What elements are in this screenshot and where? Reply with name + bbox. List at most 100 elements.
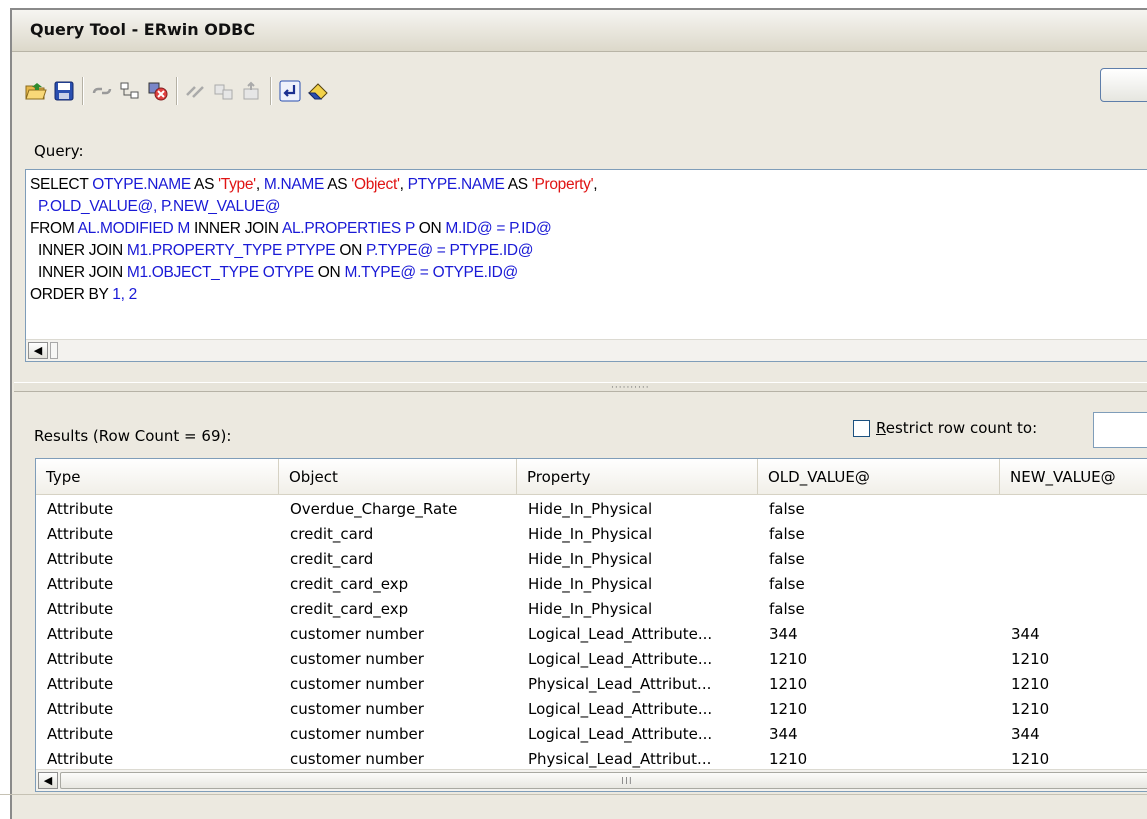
query-token: SELECT <box>30 176 93 193</box>
table-cell: credit_card <box>290 550 374 568</box>
query-token: FROM <box>30 220 78 237</box>
connect-icon[interactable] <box>88 76 116 106</box>
query-token: 'Object' <box>351 176 400 193</box>
table-row[interactable]: Attribute credit_card_exp Hide_In_Physical… <box>36 572 1147 597</box>
table-cell: 1210 <box>1011 675 1050 693</box>
query-token: INNER JOIN <box>30 264 127 281</box>
table-row[interactable]: Attribute credit_card Hide_In_Physical fals… <box>36 522 1147 547</box>
table-cell: 344 <box>769 625 798 643</box>
table-cell: customer number <box>290 625 424 643</box>
table-cell <box>1000 547 1147 572</box>
table-cell: credit_card_exp <box>290 575 409 593</box>
table-cell: Logical_Lead_Attribute... <box>528 650 713 668</box>
restrict-row-count-label[interactable]: Restrict row count to: <box>876 419 1037 437</box>
query-horizontal-scrollbar[interactable]: ◀ <box>26 339 1147 361</box>
query-token: , <box>593 176 598 193</box>
grid-scroll-thumb[interactable]: III <box>60 772 1147 789</box>
column-header-old-value[interactable]: OLD_VALUE@ <box>758 459 1000 495</box>
pane-splitter[interactable]: ·········· <box>14 382 1147 393</box>
link-tables-icon[interactable] <box>182 76 210 106</box>
query-line[interactable]: INNER JOIN M1.PROPERTY_TYPE PTYPE ON P.T… <box>30 240 597 262</box>
table-row[interactable]: Attribute customer number Physical_Lead_At… <box>36 672 1147 697</box>
query-line[interactable]: ORDER BY 1, 2 <box>30 284 597 306</box>
query-label-text: Query: <box>34 142 84 160</box>
export-tables-icon[interactable] <box>238 76 266 106</box>
table-row[interactable]: Attribute Overdue_Charge_Rate Hide_In_Phys… <box>36 497 1147 522</box>
network-icon[interactable] <box>116 76 144 106</box>
table-row[interactable]: Attribute credit_card Hide_In_Physical fals… <box>36 547 1147 572</box>
query-token: ON <box>335 242 366 259</box>
grid-horizontal-scrollbar[interactable]: ◀ III <box>36 769 1147 791</box>
table-cell: Attribute <box>47 650 114 668</box>
query-label: Query: <box>34 142 84 160</box>
table-cell: Attribute <box>47 675 114 693</box>
query-token: INNER JOIN <box>189 220 282 237</box>
results-grid[interactable]: Type Object Property OLD_VALUE@ NEW_VALUE@ A… <box>35 458 1147 792</box>
table-row[interactable]: Attribute customer number Logical_Lead_Att… <box>36 722 1147 747</box>
table-cell: customer number <box>290 675 424 693</box>
scroll-left-arrow-icon[interactable]: ◀ <box>38 772 58 789</box>
table-cell: Hide_In_Physical <box>528 600 653 618</box>
query-token: , <box>255 176 264 193</box>
save-disk-icon[interactable] <box>50 76 78 106</box>
table-cell <box>1000 497 1147 522</box>
table-cell: false <box>769 550 805 568</box>
table-row[interactable]: Attribute customer number Logical_Lead_Att… <box>36 622 1147 647</box>
status-bar <box>0 794 1147 811</box>
column-header-type[interactable]: Type <box>36 459 279 495</box>
table-cell: false <box>769 500 805 518</box>
table-cell: Attribute <box>47 625 114 643</box>
table-cell: Attribute <box>47 700 114 718</box>
table-cell: 1210 <box>769 675 808 693</box>
row-count-input[interactable] <box>1093 412 1147 448</box>
table-cell: customer number <box>290 700 424 718</box>
window-title: Query Tool - ERwin ODBC <box>30 20 256 39</box>
table-row[interactable]: Attribute credit_card_exp Hide_In_Physical… <box>36 597 1147 622</box>
disconnect-icon[interactable] <box>144 76 172 106</box>
table-cell: Physical_Lead_Attribut... <box>528 675 712 693</box>
toolbar-separator <box>176 77 178 105</box>
column-header-object[interactable]: Object <box>279 459 517 495</box>
scroll-left-arrow-icon[interactable]: ◀ <box>28 342 48 359</box>
table-cell: customer number <box>290 650 424 668</box>
query-line[interactable]: SELECT OTYPE.NAME AS 'Type', M.NAME AS '… <box>30 174 598 196</box>
table-cell: Attribute <box>47 550 114 568</box>
return-arrow-icon[interactable] <box>276 76 304 106</box>
table-cell: Attribute <box>47 575 114 593</box>
splitter-grip-icon: ·········· <box>611 383 650 393</box>
query-token: PTYPE.NAME <box>407 176 505 193</box>
open-folder-icon[interactable] <box>22 76 50 106</box>
copy-tables-icon[interactable] <box>210 76 238 106</box>
query-token: AS <box>190 176 219 193</box>
table-row[interactable]: Attribute customer number Logical_Lead_Att… <box>36 647 1147 672</box>
results-label-text: Results (Row Count = 69): <box>34 427 232 445</box>
table-cell <box>1000 572 1147 597</box>
query-token: M.ID@ = P.ID@ <box>445 220 552 237</box>
table-cell: Attribute <box>47 600 114 618</box>
table-cell <box>1000 597 1147 622</box>
table-row[interactable]: Attribute customer number Logical_Lead_Att… <box>36 697 1147 722</box>
thumb-grip-icon: III <box>621 776 633 787</box>
execute-button[interactable] <box>1100 68 1147 102</box>
column-header-new-value[interactable]: NEW_VALUE@ <box>1000 459 1147 495</box>
table-cell <box>1000 522 1147 547</box>
grid-header: Type Object Property OLD_VALUE@ NEW_VALUE@ <box>36 459 1147 495</box>
scroll-thumb[interactable] <box>50 342 58 359</box>
query-token: OTYPE.NAME <box>92 176 191 193</box>
query-line[interactable]: INNER JOIN M1.OBJECT_TYPE OTYPE ON M.TYP… <box>30 262 597 284</box>
table-cell: Logical_Lead_Attribute... <box>528 700 713 718</box>
query-text[interactable]: SELECT OTYPE.NAME AS 'Type', M.NAME AS '… <box>30 174 598 306</box>
query-line[interactable]: FROM AL.MODIFIED M INNER JOIN AL.PROPERT… <box>30 218 597 240</box>
query-editor[interactable]: SELECT OTYPE.NAME AS 'Type', M.NAME AS '… <box>25 169 1147 362</box>
query-token: M.TYPE@ = OTYPE.ID@ <box>344 264 518 281</box>
table-cell: credit_card_exp <box>290 600 409 618</box>
restrict-row-count[interactable]: Restrict row count to: <box>853 419 1037 437</box>
table-cell: Hide_In_Physical <box>528 500 653 518</box>
table-cell: false <box>769 600 805 618</box>
column-header-property[interactable]: Property <box>517 459 758 495</box>
restrict-row-count-checkbox[interactable] <box>853 419 870 437</box>
query-token: 1, 2 <box>112 286 137 303</box>
table-cell: 344 <box>1011 625 1040 643</box>
eraser-icon[interactable] <box>304 76 332 106</box>
query-line[interactable]: P.OLD_VALUE@, P.NEW_VALUE@ <box>30 196 597 218</box>
